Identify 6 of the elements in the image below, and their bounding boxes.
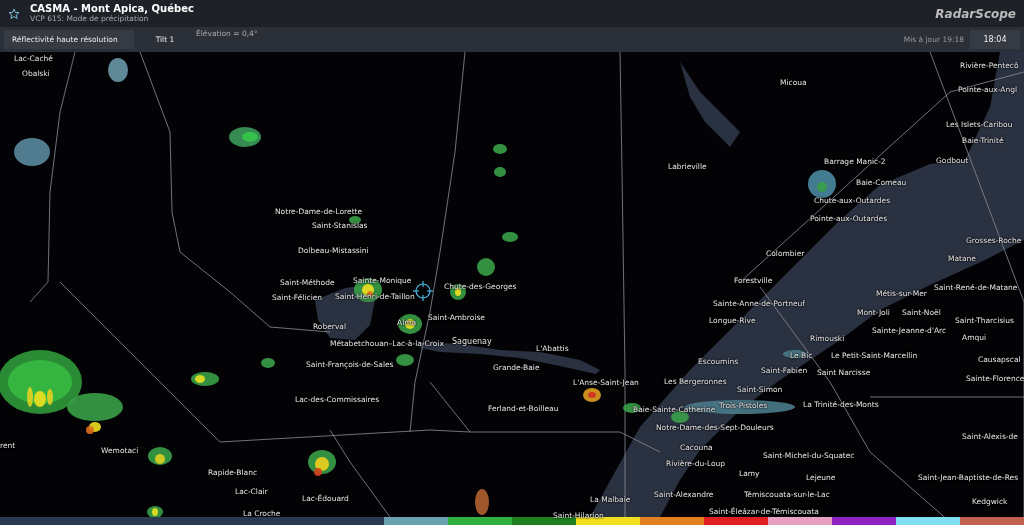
star-icon[interactable]	[8, 7, 20, 20]
time-button[interactable]: 18:04	[970, 30, 1020, 49]
radar-site-title: CASMA - Mont Apica, Québec	[30, 4, 194, 15]
app-logo: RadarScope	[935, 6, 1016, 21]
place-label: Saguenay	[452, 337, 492, 346]
radar-crosshair-icon	[412, 280, 434, 302]
